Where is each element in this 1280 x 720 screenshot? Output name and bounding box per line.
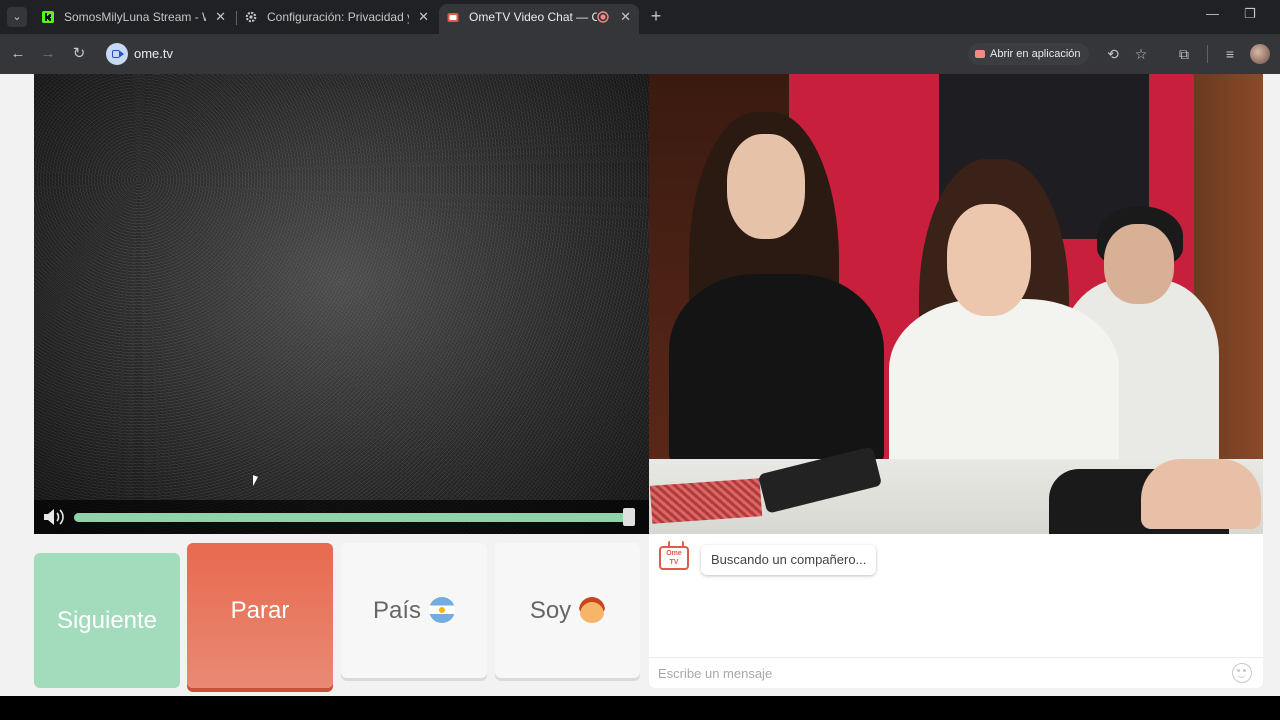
next-button-label: Siguiente	[56, 607, 158, 634]
scene-person-1-face	[727, 134, 805, 239]
forward-icon[interactable]: →	[38, 44, 58, 64]
minimize-icon[interactable]: —	[1206, 6, 1219, 21]
open-in-app-label: Abrir en aplicación	[990, 48, 1081, 60]
recording-icon	[597, 11, 609, 23]
gender-button[interactable]: Soy	[495, 543, 640, 678]
chat-panel: Ome TV Buscando un compañero...	[649, 534, 1263, 688]
tab-close-icon[interactable]: ✕	[215, 4, 226, 30]
stop-button[interactable]: Parar	[187, 543, 333, 688]
scene-person-2-body	[889, 299, 1119, 474]
url-text: ome.tv	[134, 46, 174, 61]
argentina-flag-icon	[429, 596, 456, 623]
restore-icon[interactable]: ❐	[1244, 6, 1256, 22]
boy-emoji-icon	[579, 596, 606, 623]
scene-person-1-body	[669, 274, 884, 464]
profile-avatar[interactable]	[1250, 44, 1270, 64]
tab-bar: ⌄ SomosMilyLuna Stream - Watc ✕ Configur…	[0, 0, 1280, 34]
partner-video-static[interactable]	[34, 74, 649, 534]
status-message: Buscando un compañero...	[701, 545, 877, 575]
ometv-page: Siguiente Parar País Soy Ome TV Buscando…	[0, 74, 1280, 696]
tab-title: Configuración: Privacidad y seg	[267, 10, 409, 24]
new-tab-button[interactable]: +	[646, 5, 666, 27]
tab-kick-stream[interactable]: SomosMilyLuna Stream - Watc ✕	[34, 4, 234, 34]
mouse-cursor	[253, 475, 258, 488]
tab-close-icon[interactable]: ✕	[620, 4, 631, 30]
tab-ometv[interactable]: OmeTV Video Chat — Ome ✕	[439, 4, 639, 34]
reading-list-icon[interactable]: ≡	[1220, 44, 1240, 64]
tab-title: SomosMilyLuna Stream - Watc	[64, 10, 206, 24]
kick-icon	[42, 11, 54, 23]
next-button[interactable]: Siguiente	[34, 553, 180, 688]
volume-slider-fill	[74, 513, 631, 522]
bookmark-star-icon[interactable]: ☆	[1131, 44, 1151, 64]
back-icon[interactable]: ←	[8, 44, 28, 64]
country-button[interactable]: País	[341, 543, 487, 678]
scene-person-3-face	[1104, 224, 1174, 304]
scene-cards	[649, 478, 763, 524]
extensions-icon[interactable]: ⧉	[1174, 44, 1194, 64]
tab-settings-privacy[interactable]: Configuración: Privacidad y seg ✕	[237, 4, 437, 34]
scene-person-2-face	[947, 204, 1031, 316]
tab-title: OmeTV Video Chat — Ome	[469, 10, 597, 24]
ometv-logo-icon: Ome TV	[659, 546, 689, 570]
open-in-app-button[interactable]: Abrir en aplicación	[968, 43, 1089, 65]
volume-icon[interactable]	[42, 508, 68, 526]
translate-icon[interactable]: ⟲	[1103, 44, 1123, 64]
volume-bar	[34, 500, 649, 534]
volume-slider[interactable]	[74, 513, 631, 522]
emoji-icon[interactable]	[1232, 663, 1252, 683]
self-webcam-video	[649, 74, 1263, 534]
stop-button-label: Parar	[230, 597, 290, 624]
tab-search-chevron-icon[interactable]: ⌄	[7, 7, 27, 27]
tab-close-icon[interactable]: ✕	[418, 4, 429, 30]
gender-button-label: Soy	[529, 597, 572, 624]
ometv-icon	[447, 13, 459, 22]
camera-permission-icon[interactable]	[106, 43, 128, 65]
toolbar-divider	[1207, 45, 1208, 63]
country-button-label: País	[372, 597, 422, 624]
taskbar-strip	[0, 696, 1280, 720]
app-icon	[975, 50, 985, 58]
reload-icon[interactable]: ↻	[69, 44, 89, 64]
message-input[interactable]	[658, 663, 1218, 683]
gear-icon	[245, 11, 257, 23]
chat-input-row	[649, 657, 1263, 688]
volume-slider-thumb[interactable]	[623, 508, 635, 526]
scene-hand	[1141, 459, 1261, 529]
